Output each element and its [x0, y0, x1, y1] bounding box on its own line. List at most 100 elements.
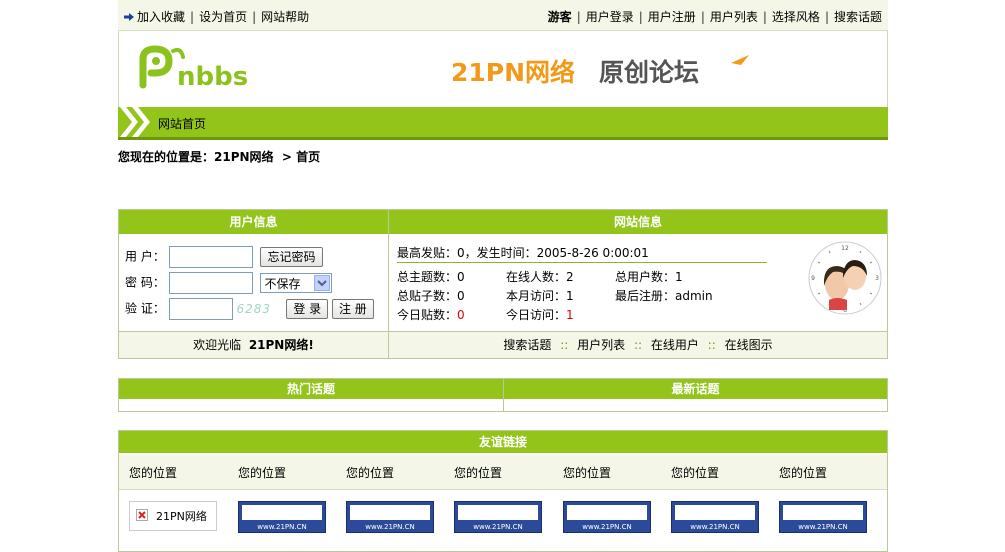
friend-link-banner[interactable]: www.21PN.CN: [238, 501, 326, 533]
add-favorite-link[interactable]: 加入收藏: [137, 10, 185, 24]
site-header: nbbs 21PN网络 原创论坛: [118, 31, 888, 107]
register-button[interactable]: 注 册: [331, 299, 374, 319]
stat-total-topics: 总主题数：0: [397, 270, 465, 284]
breadcrumb: 您现在的位置是：21PN网络 > 首页: [118, 148, 320, 165]
footer-search-topics-link[interactable]: 搜索话题: [503, 338, 551, 352]
friend-link-banner[interactable]: www.21PN.CN: [779, 501, 867, 533]
position-slot-label: 您的位置: [238, 466, 287, 480]
friend-link-banner[interactable]: www.21PN.CN: [454, 501, 542, 533]
topics-panel: 热门话题 最新话题: [118, 378, 888, 412]
info-panel: 用户信息 用 户： 忘记密码 密 码： 不保存 验 证： 6283 登 录 注 …: [118, 209, 888, 359]
separator: |: [762, 10, 767, 24]
password-label: 密 码：: [125, 275, 165, 290]
chevron-down-icon[interactable]: [314, 275, 331, 291]
svg-text:3: 3: [875, 275, 879, 282]
hot-topics-title: 热门话题: [119, 379, 503, 399]
position-slot-label: 您的位置: [779, 466, 828, 480]
welcome-prefix: 欢迎光临: [193, 338, 242, 352]
svg-text:12: 12: [841, 245, 849, 252]
separator: |: [824, 10, 829, 24]
stat-total-posts: 总贴子数：0: [397, 289, 465, 303]
separator: |: [700, 10, 705, 24]
hot-topics-section: 热门话题: [119, 379, 504, 411]
friend-link-21pn[interactable]: 21PN网络: [129, 501, 217, 531]
new-topics-section: 最新话题: [504, 379, 887, 411]
remember-select[interactable]: 不保存: [260, 273, 333, 293]
separator: |: [190, 10, 195, 24]
stat-total-users: 总用户数：1: [615, 270, 683, 284]
divider: [397, 262, 767, 263]
svg-text:www.21PN.CN: www.21PN.CN: [582, 523, 631, 531]
svg-text:www.21PN.CN: www.21PN.CN: [798, 523, 847, 531]
svg-text:www.21PN.CN: www.21PN.CN: [365, 523, 414, 531]
friend-links-title: 友谊链接: [119, 431, 887, 453]
user-list-link[interactable]: 用户列表: [710, 10, 758, 24]
position-slot-label: 您的位置: [563, 466, 612, 480]
user-info-panel: 用户信息 用 户： 忘记密码 密 码： 不保存 验 证： 6283 登 录 注 …: [119, 210, 389, 358]
top-bar: 加入收藏 | 设为首页 | 网站帮助 游客 | 用户登录 | 用户注册 | 用户列表 | 选择风格 | 搜索…: [118, 0, 888, 31]
stat-today-visits: 今日访问：1: [506, 308, 574, 322]
verify-code-input[interactable]: [168, 298, 233, 320]
site-info-panel: 网站信息 最高发贴：0，发生时间：2005-8-26 0:00:01 总主题数：…: [389, 210, 887, 358]
nav-home-link[interactable]: 网站首页: [158, 115, 206, 132]
breadcrumb-prefix: 您现在的位置是：21PN网络: [118, 150, 274, 164]
stat-today-posts: 今日贴数：0: [397, 308, 465, 322]
username-label: 用 户：: [125, 249, 165, 264]
friend-positions-row: 您的位置 您的位置 您的位置 您的位置 您的位置 您的位置 您的位置: [119, 455, 887, 490]
pnbbs-logo[interactable]: nbbs: [137, 45, 267, 96]
site-help-link[interactable]: 网站帮助: [261, 10, 309, 24]
footer-online-users-link[interactable]: 在线用户: [651, 338, 699, 352]
friend-link-text: 21PN网络: [156, 510, 207, 523]
user-info-title: 用户信息: [119, 210, 388, 234]
clock-photo-image: 12 3 6 9: [807, 240, 883, 319]
password-input[interactable]: [168, 272, 253, 294]
search-topics-link[interactable]: 搜索话题: [834, 10, 882, 24]
site-info-title: 网站信息: [389, 210, 887, 234]
main-nav-bar: 网站首页: [118, 107, 888, 140]
username-row: 用 户： 忘记密码: [125, 246, 323, 268]
password-row: 密 码： 不保存: [125, 272, 333, 294]
friend-links-panel: 友谊链接 您的位置 您的位置 您的位置 您的位置 您的位置 您的位置 您的位置 …: [118, 430, 888, 552]
site-banner: 21PN网络 原创论坛: [449, 51, 759, 94]
footer-online-chart-link[interactable]: 在线图示: [725, 338, 773, 352]
chevron-right-icon: [120, 107, 150, 137]
captcha-image: 6283: [236, 302, 272, 316]
stat-latest-register: 最后注册：admin: [615, 289, 713, 303]
stat-month-visits: 本月访问：1: [506, 289, 574, 303]
top-left-links: 加入收藏 | 设为首页 | 网站帮助: [124, 8, 309, 25]
top-right-links: 游客 | 用户登录 | 用户注册 | 用户列表 | 选择风格 | 搜索话题: [548, 8, 882, 25]
site-info-footer: 搜索话题 :: 用户列表 :: 在线用户 :: 在线图示: [389, 331, 887, 358]
position-slot-label: 您的位置: [454, 466, 503, 480]
svg-text:www.21PN.CN: www.21PN.CN: [690, 523, 739, 531]
footer-user-list-link[interactable]: 用户列表: [577, 338, 625, 352]
user-login-link[interactable]: 用户登录: [586, 10, 634, 24]
broken-image-icon: [136, 509, 148, 524]
svg-text:原创论坛: 原创论坛: [599, 58, 699, 87]
arrow-right-icon: [124, 11, 134, 21]
svg-text:9: 9: [811, 275, 815, 282]
friend-link-banner[interactable]: www.21PN.CN: [671, 501, 759, 533]
svg-text:www.21PN.CN: www.21PN.CN: [257, 523, 306, 531]
user-register-link[interactable]: 用户注册: [648, 10, 696, 24]
login-button[interactable]: 登 录: [286, 299, 329, 319]
svg-text:nbbs: nbbs: [177, 62, 248, 92]
welcome-bar: 欢迎光临 21PN网络!: [119, 331, 388, 358]
page-wrapper: 加入收藏 | 设为首页 | 网站帮助 游客 | 用户登录 | 用户注册 | 用户列表 | 选择风格 | 搜索…: [118, 0, 888, 552]
guest-label: 游客: [547, 10, 572, 24]
separator: |: [252, 10, 257, 24]
username-input[interactable]: [168, 246, 253, 268]
position-slot-label: 您的位置: [346, 466, 395, 480]
new-topics-title: 最新话题: [504, 379, 887, 399]
set-homepage-link[interactable]: 设为首页: [199, 10, 247, 24]
breadcrumb-current: 首页: [296, 150, 321, 164]
top-post-info: 最高发贴：0，发生时间：2005-8-26 0:00:01: [397, 246, 649, 260]
friend-link-banner[interactable]: www.21PN.CN: [563, 501, 651, 533]
friend-link-banner[interactable]: www.21PN.CN: [346, 501, 434, 533]
svg-text:www.21PN.CN: www.21PN.CN: [473, 523, 522, 531]
separator: |: [638, 10, 643, 24]
position-slot-label: 您的位置: [671, 466, 720, 480]
svg-text:21PN网络: 21PN网络: [451, 58, 575, 87]
verify-label: 验 证：: [125, 301, 165, 316]
forgot-password-button[interactable]: 忘记密码: [260, 247, 323, 267]
choose-style-link[interactable]: 选择风格: [772, 10, 820, 24]
